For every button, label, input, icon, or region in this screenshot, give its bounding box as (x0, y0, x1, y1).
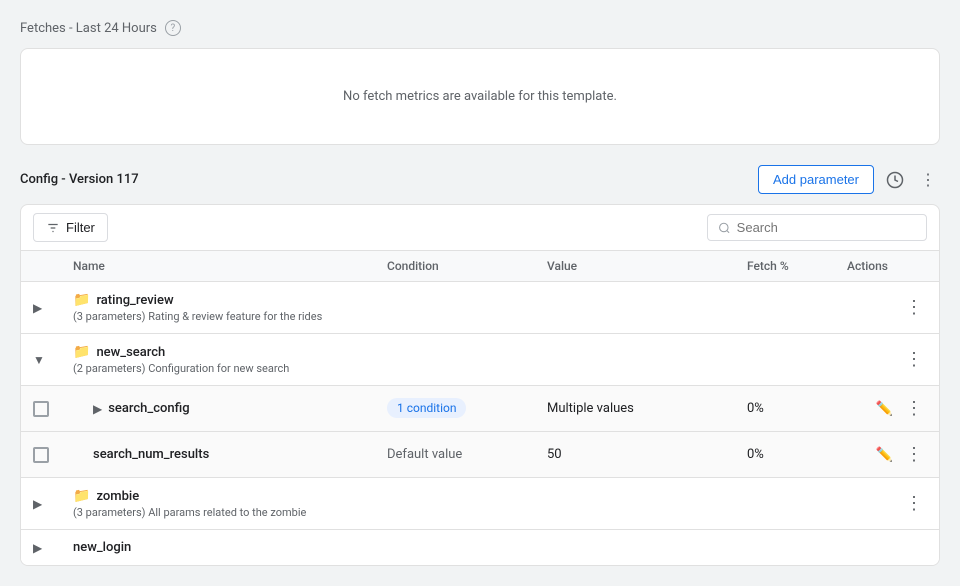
col-expand (33, 259, 73, 273)
condition-default: Default value (387, 447, 462, 462)
config-actions: Add parameter ⋮ (758, 165, 940, 194)
table-header: Name Condition Value Fetch % Actions (21, 251, 939, 282)
param-desc: (2 parameters) Configuration for new sea… (73, 362, 289, 375)
more-actions-icon[interactable]: ⋮ (901, 491, 927, 516)
condition-cell: Default value (387, 447, 547, 462)
fetches-title: Fetches - Last 24 Hours ? (20, 20, 940, 36)
name-cell-search-config: ▶ search_config (73, 401, 387, 416)
value-cell: Multiple values (547, 401, 747, 416)
search-input[interactable] (737, 220, 916, 235)
actions-cell: ⋮ (847, 295, 927, 320)
history-icon-button[interactable] (882, 167, 908, 193)
table-row: ▼ 📁 new_search (2 parameters) Configurat… (21, 334, 939, 386)
row-expand-zombie: ▶ (33, 497, 73, 511)
folder-icon: 📁 (73, 344, 90, 360)
row-expand-rating: ▶ (33, 301, 73, 315)
name-cell-new-search: 📁 new_search (2 parameters) Configuratio… (73, 344, 387, 375)
actions-cell: ✏️ ⋮ (847, 442, 927, 467)
search-icon (718, 221, 731, 235)
folder-icon: 📁 (73, 488, 90, 504)
param-name: new_login (73, 540, 131, 555)
table-row: search_num_results Default value 50 0% ✏… (21, 432, 939, 478)
table-row: ▶ 📁 zombie (3 parameters) All params rel… (21, 478, 939, 530)
fetch-pct-cell: 0% (747, 447, 847, 462)
filter-button[interactable]: Filter (33, 213, 108, 242)
condition-badge: 1 condition (387, 398, 466, 418)
name-cell-zombie: 📁 zombie (3 parameters) All params relat… (73, 488, 387, 519)
config-header: Config - Version 117 Add parameter ⋮ (20, 165, 940, 194)
fetch-empty-message: No fetch metrics are available for this … (343, 89, 617, 104)
actions-cell: ⋮ (847, 491, 927, 516)
param-name: zombie (96, 489, 139, 504)
table-row: ▶ 📁 rating_review (3 parameters) Rating … (21, 282, 939, 334)
more-actions-icon[interactable]: ⋮ (901, 396, 927, 421)
row-checkbox[interactable] (33, 447, 49, 463)
chevron-right-icon[interactable]: ▶ (33, 497, 42, 511)
checkbox-cell (33, 401, 73, 417)
folder-icon: 📁 (73, 292, 90, 308)
row-checkbox[interactable] (33, 401, 49, 417)
more-actions-icon[interactable]: ⋮ (901, 295, 927, 320)
config-title: Config - Version 117 (20, 172, 139, 187)
more-actions-icon[interactable]: ⋮ (901, 347, 927, 372)
param-name: new_search (96, 345, 165, 360)
chevron-right-icon[interactable]: ▶ (33, 301, 42, 315)
table-row: ▶ new_login (21, 530, 939, 565)
name-cell-rating: 📁 rating_review (3 parameters) Rating & … (73, 292, 387, 323)
chevron-right-icon[interactable]: ▶ (93, 402, 102, 416)
fetches-title-text: Fetches - Last 24 Hours (20, 21, 157, 36)
col-actions: Actions (847, 259, 927, 273)
more-options-button[interactable]: ⋮ (916, 166, 940, 194)
edit-icon[interactable]: ✏️ (872, 397, 897, 421)
param-name: rating_review (96, 293, 173, 308)
filter-label: Filter (66, 220, 95, 235)
col-value: Value (547, 259, 747, 273)
param-desc: (3 parameters) All params related to the… (73, 506, 306, 519)
param-desc: (3 parameters) Rating & review feature f… (73, 310, 322, 323)
col-condition: Condition (387, 259, 547, 273)
fetches-info-icon[interactable]: ? (165, 20, 181, 36)
param-name: search_config (108, 401, 189, 416)
checkbox-cell (33, 447, 73, 463)
table-row: ▶ search_config 1 condition Multiple val… (21, 386, 939, 432)
chevron-down-icon[interactable]: ▼ (33, 353, 45, 367)
col-name: Name (73, 259, 387, 273)
filter-icon (46, 221, 60, 235)
param-name: search_num_results (93, 447, 209, 462)
col-fetch-pct: Fetch % (747, 259, 847, 273)
name-cell-search-num-results: search_num_results (73, 447, 387, 462)
value-cell: 50 (547, 447, 747, 462)
chevron-right-icon[interactable]: ▶ (33, 541, 42, 555)
config-table: Filter Name Condition Value Fetch % Acti… (20, 204, 940, 566)
add-parameter-button[interactable]: Add parameter (758, 165, 874, 194)
toolbar: Filter (21, 205, 939, 251)
actions-cell: ✏️ ⋮ (847, 396, 927, 421)
fetch-empty-card: No fetch metrics are available for this … (20, 48, 940, 145)
fetch-pct-cell: 0% (747, 401, 847, 416)
actions-cell: ⋮ (847, 347, 927, 372)
more-icon: ⋮ (920, 170, 936, 190)
name-cell-new-login: new_login (73, 540, 387, 555)
row-expand-new-search: ▼ (33, 353, 73, 367)
row-expand-new-login: ▶ (33, 541, 73, 555)
page: Fetches - Last 24 Hours ? No fetch metri… (0, 0, 960, 586)
more-actions-icon[interactable]: ⋮ (901, 442, 927, 467)
condition-cell: 1 condition (387, 401, 547, 416)
search-box[interactable] (707, 214, 927, 241)
edit-icon[interactable]: ✏️ (872, 443, 897, 467)
